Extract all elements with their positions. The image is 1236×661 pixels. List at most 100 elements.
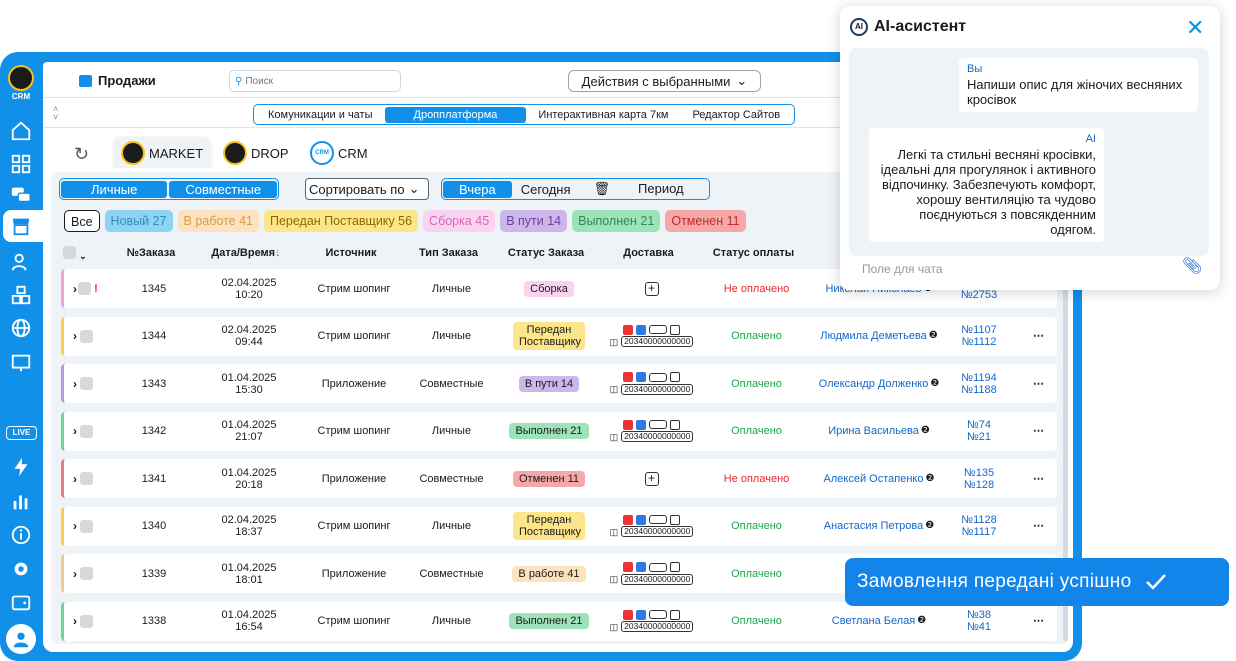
copy-icon[interactable]: ◫ <box>610 621 619 633</box>
tab-communications[interactable]: Комуникации и чаты <box>256 107 385 123</box>
client-link[interactable]: Людмила Деметьева <box>820 330 927 342</box>
col-source[interactable]: Источник <box>301 247 401 259</box>
monitor-icon[interactable] <box>8 350 34 376</box>
col-order-status[interactable]: Статус Заказа <box>496 247 596 259</box>
brand-tab-market[interactable]: MARKET <box>113 138 212 168</box>
period-custom[interactable]: 🗑︎ Период <box>580 180 708 198</box>
col-payment-status[interactable]: Статус оплаты <box>701 247 806 259</box>
refs-cell[interactable]: №38 №41 <box>949 602 1009 641</box>
shop-icon[interactable] <box>8 213 34 239</box>
sort-select[interactable]: Сортировать по ⌄ <box>305 178 429 200</box>
status-cell[interactable]: Передан Поставщику <box>499 317 599 356</box>
bulk-actions-dropdown[interactable]: Действия с выбранными ⌄ <box>568 70 761 92</box>
more-cell[interactable]: ⋯ <box>1019 364 1059 403</box>
table-row[interactable]: › 1341 01.04.2025 20:18 Приложение Совместные… <box>61 459 1057 498</box>
col-order-number[interactable]: №Заказа <box>111 247 191 259</box>
order-status-badge[interactable]: В работе 41 <box>512 565 586 582</box>
client-link[interactable]: Анастасия Петрова <box>824 520 924 532</box>
print-icon[interactable] <box>669 609 680 620</box>
order-ref[interactable]: №1107 <box>961 324 996 336</box>
document-icon[interactable] <box>635 514 646 525</box>
nova-poshta-icon[interactable] <box>622 419 633 430</box>
row-checkbox[interactable] <box>80 614 93 628</box>
row-checkbox[interactable] <box>80 472 93 485</box>
checkbox-cell[interactable] <box>78 459 98 498</box>
filter-chip[interactable]: Новый 27 <box>104 210 173 232</box>
print-icon[interactable] <box>669 324 680 335</box>
order-ref[interactable]: №1112 <box>962 336 997 348</box>
order-status-badge[interactable]: Отменен 11 <box>512 470 586 487</box>
print-icon[interactable] <box>669 372 680 382</box>
expand-icon[interactable]: › <box>73 378 77 390</box>
tracking-number[interactable]: 20340000000000 <box>621 336 694 347</box>
order-ref[interactable]: №38 <box>967 609 991 621</box>
expand-icon[interactable]: › <box>73 330 77 342</box>
order-ref[interactable]: №2753 <box>961 289 997 301</box>
tab-interactive-map[interactable]: Интерактивная карта 7км <box>526 107 680 123</box>
order-status-badge[interactable]: Выполнен 21 <box>509 613 589 629</box>
brand-tab-drop[interactable]: DROP <box>215 138 297 168</box>
print-icon[interactable] <box>669 514 680 525</box>
order-status-badge[interactable]: Передан Поставщику <box>513 512 585 540</box>
client-link[interactable]: Олександр Долженко <box>819 378 929 390</box>
tracking-number[interactable]: 20340000000000 <box>621 383 694 395</box>
col-delivery[interactable]: Доставка <box>601 247 696 259</box>
home-icon[interactable] <box>8 118 34 144</box>
select-all-checkbox[interactable]: ⌄ <box>63 246 87 262</box>
delivery-select-icon[interactable] <box>648 420 667 429</box>
document-icon[interactable] <box>635 609 646 620</box>
tab-dropplatform[interactable]: Дропплатформа <box>384 106 527 123</box>
filter-chip[interactable]: Сборка 45 <box>423 210 496 232</box>
more-cell[interactable]: ⋯ <box>1019 412 1059 451</box>
table-row[interactable]: › 1342 01.04.2025 21:07 Стрим шопинг Личные Вы… <box>61 411 1059 451</box>
order-ref[interactable]: №1188 <box>961 384 996 396</box>
order-status-badge[interactable]: Передан Поставщику <box>513 322 585 350</box>
client-cell[interactable]: Людмила Деметьева ❷ <box>809 317 949 356</box>
info-icon[interactable]: ❷ <box>917 615 926 627</box>
tracking-number[interactable]: 20340000000000 <box>621 621 694 632</box>
refs-cell[interactable]: №1194 №1188 <box>949 364 1009 403</box>
settings-icon[interactable] <box>8 556 34 582</box>
period-today[interactable]: Сегодня <box>512 181 580 198</box>
refresh-icon[interactable]: ↻ <box>74 144 89 165</box>
order-ref[interactable]: №1128 <box>961 514 996 526</box>
chat-icon[interactable] <box>8 182 34 208</box>
expand-icon[interactable]: › <box>73 283 77 295</box>
document-icon[interactable] <box>635 324 646 335</box>
nova-poshta-icon[interactable] <box>622 609 633 620</box>
close-icon[interactable]: ✕ <box>1186 17 1204 39</box>
filter-chip-all[interactable]: Все <box>64 210 100 232</box>
print-icon[interactable] <box>669 419 680 430</box>
nova-poshta-icon[interactable] <box>622 514 633 525</box>
row-checkbox[interactable] <box>80 424 93 438</box>
client-link[interactable]: Ирина Васильева <box>828 425 919 437</box>
col-datetime[interactable]: Дата/Время↓ <box>196 247 296 259</box>
client-cell[interactable]: Ирина Васильева ❷ <box>809 412 949 451</box>
copy-icon[interactable]: ◫ <box>610 526 619 538</box>
document-icon[interactable] <box>635 372 646 382</box>
live-badge[interactable]: LIVE <box>6 426 37 440</box>
status-cell[interactable]: Сборка <box>499 269 599 308</box>
info-icon[interactable]: ❷ <box>925 520 934 532</box>
nova-poshta-icon[interactable] <box>622 372 633 382</box>
order-ref[interactable]: №74 <box>967 419 991 431</box>
status-cell[interactable]: Отменен 11 <box>499 459 599 498</box>
status-cell[interactable]: В работе 41 <box>499 554 599 593</box>
filter-chip[interactable]: Выполнен 21 <box>572 210 661 232</box>
refs-cell[interactable]: №74 №21 <box>949 412 1009 451</box>
delivery-select-icon[interactable] <box>648 515 667 524</box>
print-icon[interactable] <box>669 562 680 572</box>
add-delivery-button[interactable]: + <box>644 471 659 486</box>
filter-chip[interactable]: В работе 41 <box>177 210 259 232</box>
checkbox-cell[interactable] <box>78 317 98 356</box>
order-ref[interactable]: №128 <box>964 479 994 491</box>
order-status-badge[interactable]: Сборка <box>524 280 574 297</box>
info-icon[interactable]: ❷ <box>925 473 934 485</box>
add-delivery-button[interactable]: + <box>644 281 659 296</box>
attach-icon[interactable]: 📎︎ <box>1182 256 1202 276</box>
filter-chip[interactable]: Передан Поставщику 56 <box>263 210 419 232</box>
info-icon[interactable]: ❷ <box>930 378 939 390</box>
refs-cell[interactable]: №135 №128 <box>949 459 1009 498</box>
expand-icon[interactable]: › <box>73 615 77 627</box>
nova-poshta-icon[interactable] <box>622 562 633 572</box>
